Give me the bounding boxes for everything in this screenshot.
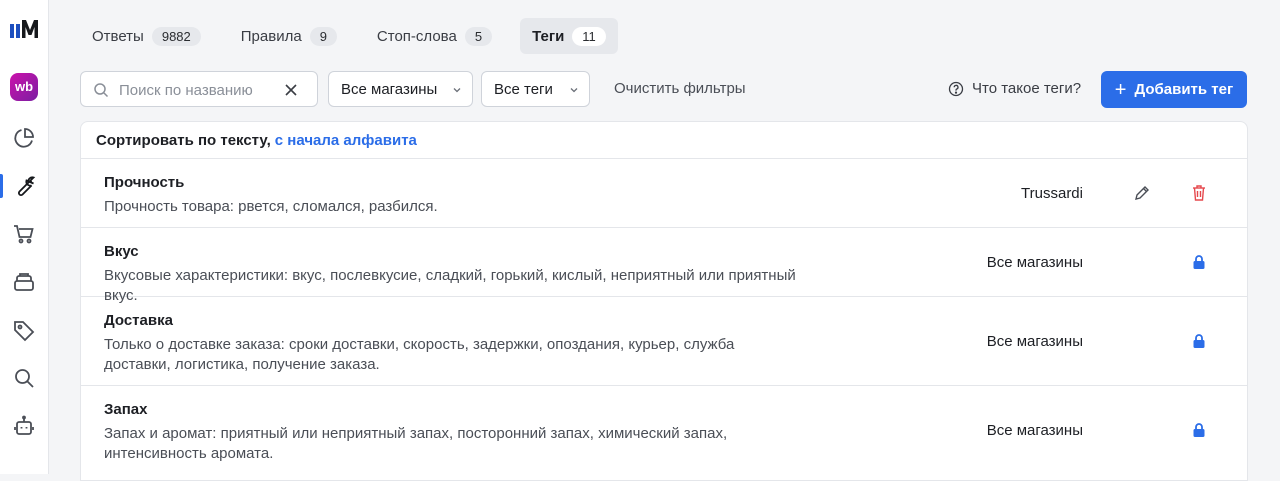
- chart-pie-icon: [14, 128, 34, 148]
- sidebar-item-tags[interactable]: [0, 312, 48, 348]
- tab-count-badge: 5: [464, 26, 493, 46]
- sort-row: Сортировать по тексту, с начала алфавита: [81, 122, 1247, 159]
- tag-icon: [14, 321, 35, 342]
- tag-store: Все магазины: [986, 422, 1083, 439]
- clear-filters-button[interactable]: Очистить фильтры: [614, 80, 746, 97]
- tag-select-value: Все теги: [494, 80, 553, 98]
- tag-title: Вкус: [104, 243, 139, 260]
- sidebar-item-orders[interactable]: [0, 216, 48, 252]
- search-box: [80, 71, 318, 107]
- tab-count-badge: 9882: [151, 26, 201, 46]
- tab-label: Теги: [532, 27, 565, 45]
- brand-logo-icon[interactable]: [10, 17, 40, 39]
- clear-search-icon[interactable]: [283, 82, 299, 98]
- tabs-bar: Ответы 9882 Правила 9 Стоп-слова 5 Теги …: [80, 18, 634, 54]
- tag-title: Прочность: [104, 174, 185, 191]
- question-circle-icon: [948, 81, 964, 96]
- add-tag-label: Добавить тег: [1134, 81, 1234, 98]
- chevron-down-icon: [570, 88, 578, 93]
- chevron-down-icon: [453, 88, 461, 93]
- tab-answers[interactable]: Ответы 9882: [80, 18, 213, 54]
- tag-description: Прочность товара: рвется, сломался, разб…: [104, 198, 438, 215]
- sidebar-item-bot[interactable]: [0, 408, 48, 444]
- store-select-value: Все магазины: [341, 80, 438, 98]
- pencil-icon[interactable]: [1133, 184, 1151, 202]
- wb-store-avatar[interactable]: wb: [10, 73, 38, 101]
- tab-count-badge: 9: [309, 26, 337, 46]
- cart-icon: [14, 225, 34, 244]
- sidebar: wb: [0, 0, 49, 474]
- search-input[interactable]: [117, 79, 281, 101]
- search-icon: [94, 83, 109, 98]
- tags-help-link[interactable]: Что такое теги?: [948, 80, 1081, 97]
- lock-icon: [1193, 255, 1205, 269]
- add-tag-button[interactable]: + Добавить тег: [1101, 71, 1247, 108]
- tags-table: Сортировать по тексту, с начала алфавита…: [80, 121, 1248, 481]
- tab-rules[interactable]: Правила 9: [229, 18, 349, 54]
- sidebar-item-products[interactable]: [0, 264, 48, 300]
- tab-tags[interactable]: Теги 11: [520, 18, 618, 54]
- sidebar-item-tools[interactable]: [0, 168, 48, 204]
- tab-count-badge: 11: [572, 26, 606, 46]
- table-row: Прочность Прочность товара: рвется, слом…: [81, 159, 1247, 228]
- box-stack-icon: [14, 273, 34, 291]
- tag-description: Запах и аромат: приятный или неприятный …: [104, 425, 728, 462]
- tab-label: Стоп-слова: [376, 27, 457, 45]
- tag-title: Доставка: [104, 312, 173, 329]
- tab-label: Правила: [240, 27, 302, 45]
- lock-icon: [1193, 334, 1205, 348]
- plus-icon: +: [1114, 78, 1127, 101]
- tag-title: Запах: [104, 401, 148, 418]
- store-select[interactable]: Все магазины: [328, 71, 473, 107]
- sidebar-item-analytics[interactable]: [0, 120, 48, 156]
- wrench-icon: [18, 176, 36, 196]
- trash-icon[interactable]: [1191, 184, 1207, 202]
- tab-label: Ответы: [92, 27, 144, 45]
- sidebar-item-search[interactable]: [0, 360, 48, 396]
- sort-order-link[interactable]: с начала алфавита: [275, 132, 417, 149]
- table-row: Вкус Вкусовые характеристики: вкус, посл…: [81, 228, 1247, 304]
- search-icon: [15, 369, 34, 388]
- tag-description: Только о доставке заказа: сроки доставки…: [104, 336, 735, 373]
- tab-stop-words[interactable]: Стоп-слова 5: [365, 18, 504, 54]
- table-row: Доставка Только о доставке заказа: сроки…: [81, 297, 1247, 386]
- tag-store: Все магазины: [986, 254, 1083, 271]
- tag-store: Trussardi: [1021, 185, 1083, 202]
- sort-label: Сортировать по тексту,: [96, 131, 271, 149]
- tag-select[interactable]: Все теги: [481, 71, 590, 107]
- tag-store: Все магазины: [986, 333, 1083, 350]
- lock-icon: [1193, 423, 1205, 437]
- robot-icon: [14, 415, 34, 435]
- table-row: Запах Запах и аромат: приятный или непри…: [81, 386, 1247, 475]
- help-label: Что такое теги?: [972, 80, 1082, 97]
